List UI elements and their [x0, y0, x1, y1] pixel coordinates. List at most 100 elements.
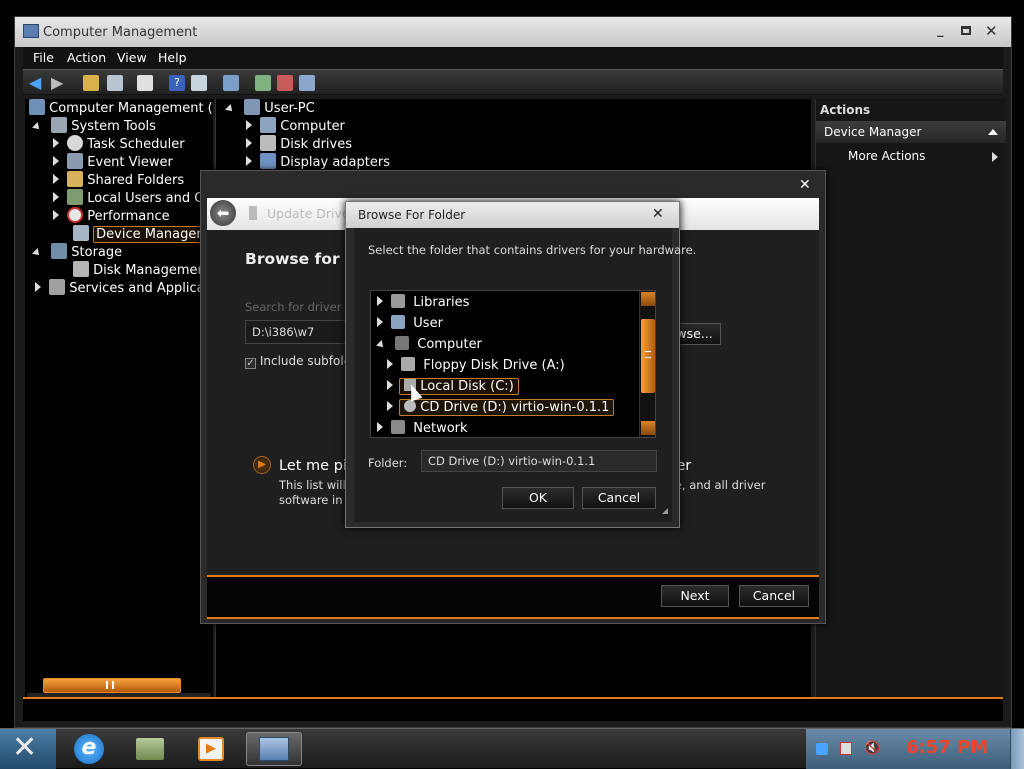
- tree-system-tools[interactable]: System Tools: [32, 117, 156, 135]
- tree-shared-folders[interactable]: Shared Folders: [53, 171, 184, 189]
- maximize-button[interactable]: [961, 26, 971, 35]
- tree-shared-folders-label: Shared Folders: [87, 173, 185, 188]
- computer-icon: [29, 99, 45, 115]
- tree-disk-management[interactable]: Disk Management: [73, 261, 211, 279]
- folder-label: Folder:: [368, 456, 408, 470]
- collapsed-icon[interactable]: [387, 401, 393, 411]
- tree-local-users[interactable]: Local Users and Groups: [53, 189, 213, 207]
- tree-root[interactable]: Computer Management (Local): [29, 99, 213, 117]
- ok-button-label: OK: [528, 490, 548, 505]
- resize-grip-icon[interactable]: [662, 508, 668, 514]
- tree-storage[interactable]: Storage: [32, 243, 123, 261]
- collapsed-icon[interactable]: [53, 174, 59, 184]
- folder-item-floppy[interactable]: Floppy Disk Drive (A:): [387, 356, 565, 376]
- collapsed-icon[interactable]: [246, 138, 252, 148]
- help-icon[interactable]: ?: [169, 75, 185, 91]
- show-hide-tree-icon[interactable]: [107, 75, 123, 91]
- collapsed-icon[interactable]: [377, 296, 383, 306]
- wizard-cancel-button[interactable]: Cancel: [739, 585, 809, 607]
- browse-cancel-label: Cancel: [597, 490, 641, 505]
- collapsed-icon[interactable]: [35, 282, 41, 292]
- internet-explorer-taskbar-button[interactable]: e: [64, 732, 114, 766]
- ok-button[interactable]: OK: [502, 487, 574, 509]
- monitor-icon[interactable]: [223, 75, 239, 91]
- checkbox-checked-icon[interactable]: ✓: [245, 358, 256, 369]
- show-desktop-button[interactable]: [1010, 729, 1024, 769]
- tree-event-viewer[interactable]: Event Viewer: [53, 153, 173, 171]
- browse-cancel-button[interactable]: Cancel: [582, 487, 656, 509]
- folder-field[interactable]: CD Drive (D:) virtio-win-0.1.1: [421, 450, 657, 472]
- collapse-up-icon[interactable]: [988, 129, 998, 135]
- folder-item-network[interactable]: Network: [377, 419, 468, 439]
- collapsed-icon[interactable]: [53, 138, 59, 148]
- tree-storage-label: Storage: [71, 245, 123, 260]
- computer-management-icon: [259, 737, 289, 761]
- computer-management-taskbar-button[interactable]: [246, 732, 302, 766]
- folder-up-icon[interactable]: [83, 75, 99, 91]
- update-driver-icon[interactable]: [255, 75, 271, 91]
- tree-device-manager[interactable]: Device Manager: [73, 225, 205, 243]
- next-button[interactable]: Next: [661, 585, 729, 607]
- folder-item-cd-drive[interactable]: CD Drive (D:) virtio-win-0.1.1: [387, 398, 615, 418]
- collapsed-icon[interactable]: [53, 210, 59, 220]
- device-item[interactable]: Computer: [246, 117, 345, 135]
- properties-icon[interactable]: [137, 75, 153, 91]
- start-button[interactable]: ✕: [0, 729, 56, 769]
- folder-item-libraries[interactable]: Libraries: [377, 293, 469, 313]
- uninstall-icon[interactable]: [277, 75, 293, 91]
- view-icon[interactable]: [191, 75, 207, 91]
- title-bar[interactable]: Computer Management _ ✕: [15, 17, 1011, 47]
- browse-title-bar[interactable]: Browse For Folder ✕: [346, 202, 679, 228]
- actions-section-device-manager[interactable]: Device Manager: [816, 121, 1006, 143]
- clock[interactable]: 6:57 PM: [906, 737, 988, 758]
- collapsed-icon[interactable]: [377, 422, 383, 432]
- start-orb-icon: ✕: [12, 730, 38, 765]
- network-tray-icon[interactable]: [816, 743, 828, 755]
- browse-close-button[interactable]: ✕: [652, 206, 664, 222]
- scroll-thumb[interactable]: [641, 319, 655, 393]
- arrow-bullet-icon: ▶: [253, 456, 271, 474]
- tree-scrollbar-thumb[interactable]: [43, 678, 181, 693]
- device-item[interactable]: Display adapters: [246, 153, 390, 171]
- tree-task-scheduler[interactable]: Task Scheduler: [53, 135, 185, 153]
- menu-action[interactable]: Action: [67, 50, 106, 65]
- wizard-close-button[interactable]: ✕: [799, 177, 811, 193]
- menu-view[interactable]: View: [117, 50, 147, 65]
- collapsed-icon[interactable]: [387, 380, 393, 390]
- more-actions-item[interactable]: More Actions: [816, 147, 1006, 167]
- collapsed-icon[interactable]: [377, 317, 383, 327]
- close-button[interactable]: ✕: [985, 22, 998, 40]
- device-root[interactable]: User-PC: [225, 99, 315, 117]
- collapsed-icon[interactable]: [53, 156, 59, 166]
- forward-arrow-icon[interactable]: ▶: [51, 73, 63, 92]
- menu-file[interactable]: File: [33, 50, 54, 65]
- scroll-down-button[interactable]: [641, 421, 655, 435]
- tree-services[interactable]: Services and Applications: [35, 279, 213, 297]
- back-button[interactable]: ⬅: [210, 200, 236, 226]
- minimize-button[interactable]: _: [937, 23, 944, 38]
- volume-muted-icon[interactable]: 🔇: [864, 741, 880, 756]
- collapsed-icon[interactable]: [53, 192, 59, 202]
- expanded-icon[interactable]: [376, 340, 386, 350]
- folder-tree-scrollbar[interactable]: [639, 291, 655, 437]
- expanded-icon[interactable]: [225, 104, 235, 114]
- explorer-taskbar-button[interactable]: [126, 732, 176, 766]
- menu-help[interactable]: Help: [158, 50, 187, 65]
- expanded-icon[interactable]: [32, 248, 42, 258]
- scan-hardware-icon[interactable]: [299, 75, 315, 91]
- expanded-icon[interactable]: [32, 122, 42, 132]
- back-arrow-icon[interactable]: ◀: [29, 73, 41, 92]
- collapsed-icon[interactable]: [246, 156, 252, 166]
- folder-item-user[interactable]: User: [377, 314, 443, 334]
- device-item-label: Display adapters: [280, 155, 390, 170]
- collapsed-icon[interactable]: [246, 120, 252, 130]
- media-player-taskbar-button[interactable]: ▶: [186, 732, 236, 766]
- folder-item-label: User: [413, 316, 443, 331]
- collapsed-icon[interactable]: [387, 359, 393, 369]
- browse-for-folder-dialog: Browse For Folder ✕ Select the folder th…: [345, 201, 696, 528]
- scroll-up-button[interactable]: [641, 292, 655, 306]
- tree-performance[interactable]: Performance: [53, 207, 170, 225]
- action-center-tray-icon[interactable]: [840, 742, 852, 755]
- folder-item-computer[interactable]: Computer: [376, 335, 482, 355]
- device-item[interactable]: Disk drives: [246, 135, 352, 153]
